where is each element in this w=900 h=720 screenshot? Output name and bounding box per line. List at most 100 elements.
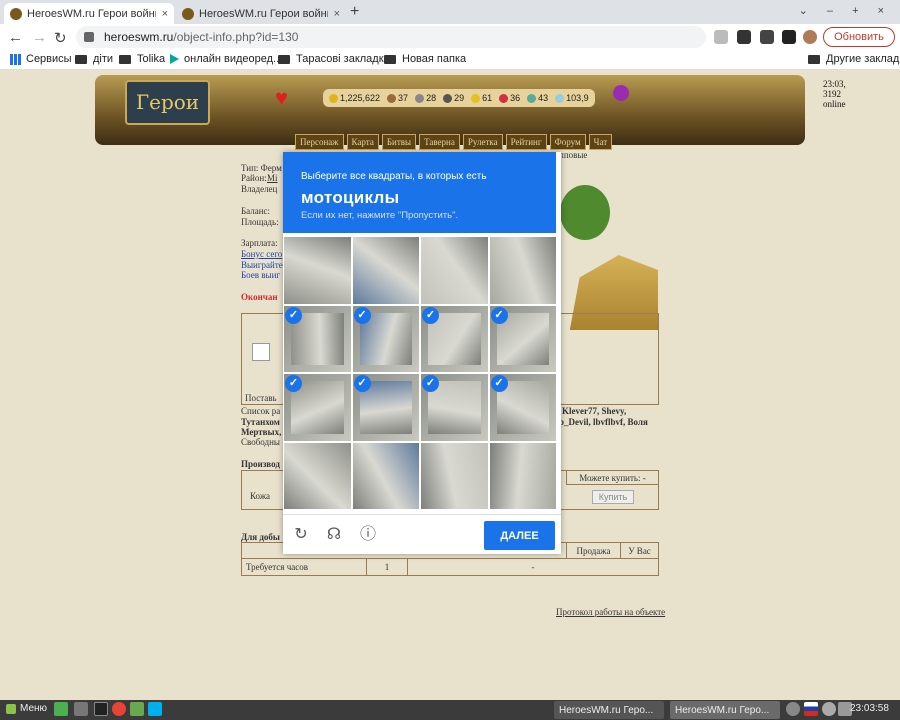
captcha-hint: Если их нет, нажмите "Пропустить". (301, 210, 459, 221)
supply-checkbox[interactable] (252, 343, 270, 361)
bookmark-services[interactable]: Сервисы (10, 53, 72, 65)
taskbar-window[interactable]: HeroesWM.ru Геро... (554, 701, 664, 719)
gold-icon (329, 93, 338, 103)
tab-heroes-2[interactable]: HeroesWM.ru Герои войны и ... × (176, 3, 346, 24)
battles-link[interactable]: Боев выиг (241, 270, 280, 280)
nav-map[interactable]: Карта (346, 134, 379, 150)
window-controls[interactable]: ⌄ – + × (799, 4, 892, 17)
bookmark-other[interactable]: Другие закладки (808, 53, 900, 65)
check-circle-icon: ✓ (353, 306, 371, 324)
reload-icon[interactable]: ↻ (54, 29, 67, 47)
puzzle-icon[interactable] (760, 30, 774, 44)
gems-resource: 43 (527, 91, 548, 105)
owner-label: Владелец (241, 184, 278, 194)
chrome-icon[interactable] (112, 702, 126, 716)
captcha-tile-image (489, 237, 556, 304)
folder-icon (278, 54, 290, 64)
tab-close-icon[interactable]: × (334, 8, 340, 20)
captcha-tile[interactable] (489, 442, 556, 509)
captcha-tile[interactable] (421, 442, 488, 509)
user-icon[interactable] (822, 702, 836, 716)
next-button[interactable]: ДАЛЕЕ (484, 521, 555, 550)
reload-icon[interactable]: ↻ (292, 526, 310, 544)
back-icon[interactable]: ← (8, 29, 23, 46)
new-tab-button[interactable]: + (350, 3, 359, 21)
captcha-tile[interactable]: ✓ (284, 374, 351, 441)
nav-rating[interactable]: Рейтинг (505, 134, 547, 150)
workers-list-label: Список ра (241, 406, 281, 416)
desktop-icon[interactable] (54, 702, 68, 716)
check-circle-icon: ✓ (422, 375, 439, 392)
bookmark-folder[interactable]: Tolika (119, 53, 165, 65)
captcha-tile[interactable]: ✓ (352, 374, 419, 441)
extension-badge-icon[interactable] (737, 30, 751, 44)
nav-forum[interactable]: Форум (549, 134, 586, 150)
protocol-link[interactable]: Протокол работы на объекте (556, 607, 665, 617)
skype-icon[interactable] (148, 702, 162, 716)
captcha-tile[interactable]: ✓ (489, 374, 556, 441)
captcha-tile[interactable]: ✓ (352, 305, 419, 372)
supply-label: Поставь (245, 393, 277, 403)
captcha-tile[interactable] (352, 442, 419, 509)
captcha-keyword: мотоциклы (301, 188, 400, 207)
flag-icon[interactable] (804, 702, 818, 716)
production-label: Производ (241, 459, 280, 469)
captcha-tile[interactable]: ✓ (421, 374, 488, 441)
bookmark-folder[interactable]: Новая папка (384, 53, 466, 65)
tab-strip: HeroesWM.ru Герои войны и ... × HeroesWM… (0, 0, 900, 24)
bookmark-video-editor[interactable]: онлайн видеоред... (170, 53, 282, 65)
update-button[interactable]: Обновить (823, 27, 895, 47)
salary-label: Зарплата: (241, 238, 278, 248)
check-circle-icon: ✓ (490, 306, 508, 324)
area-label: Площадь: (241, 217, 279, 227)
address-bar[interactable]: heroeswm.ru/object-info.php?id=130 (76, 26, 706, 48)
captcha-tile[interactable]: ✓ (421, 305, 488, 372)
nav-battles[interactable]: Битвы (381, 134, 417, 150)
captcha-tile[interactable] (284, 237, 351, 304)
nav-character[interactable]: Персонаж (295, 134, 344, 150)
nav-roulette[interactable]: Рулетка (462, 134, 503, 150)
mana-orb-icon (613, 85, 629, 101)
captcha-tile[interactable] (489, 237, 556, 304)
captcha-tile-image (284, 237, 351, 304)
bonus-link[interactable]: Бонус сего (241, 249, 282, 259)
info-icon[interactable]: ⓘ (359, 526, 377, 544)
url-host: heroeswm.ru (104, 30, 174, 44)
captcha-tile-image (352, 442, 419, 509)
tab-heroes-active[interactable]: HeroesWM.ru Герои войны и ... × (4, 3, 174, 24)
bookmark-folder[interactable]: діти (75, 53, 113, 65)
hours-needed-label: Требуется часов (241, 558, 367, 576)
profile-avatar[interactable] (803, 30, 817, 44)
gold-resource: 1,225,622 (329, 91, 380, 105)
captcha-tile[interactable] (284, 442, 351, 509)
sidepanel-icon[interactable] (782, 30, 796, 44)
crystal-resource: 36 (499, 91, 520, 105)
translate-icon[interactable] (714, 30, 728, 44)
win-link[interactable]: Выиграйте (241, 260, 283, 270)
files-icon[interactable] (130, 702, 144, 716)
diamond-icon (555, 93, 565, 103)
start-menu-button[interactable]: Меню (6, 703, 47, 714)
buy-button[interactable]: Купить (592, 490, 634, 504)
shield-icon (786, 702, 800, 716)
headphones-icon[interactable]: ☊ (325, 526, 343, 544)
nav-chat[interactable]: Чат (588, 134, 613, 150)
sulfur-icon (471, 93, 481, 103)
tab-close-icon[interactable]: × (162, 8, 168, 20)
captcha-tile[interactable] (421, 237, 488, 304)
captcha-tile[interactable]: ✓ (284, 305, 351, 372)
check-circle-icon: ✓ (285, 306, 302, 324)
site-logo[interactable]: Герои (125, 80, 210, 125)
settings-icon[interactable] (74, 702, 88, 716)
captcha-tile[interactable] (352, 237, 419, 304)
apps-icon (10, 53, 21, 65)
captcha-tile-image (421, 237, 488, 304)
bookmark-folder[interactable]: Тарасові закладки (278, 53, 390, 65)
terminal-icon[interactable] (94, 702, 108, 716)
captcha-tile[interactable]: ✓ (489, 305, 556, 372)
forward-icon[interactable]: → (32, 29, 47, 46)
nav-tavern[interactable]: Таверна (419, 134, 460, 150)
district-link[interactable]: Mi (267, 173, 278, 183)
server-clock: 23:03, 3192 online (823, 79, 846, 109)
taskbar-window-active[interactable]: HeroesWM.ru Геро... (670, 701, 780, 719)
